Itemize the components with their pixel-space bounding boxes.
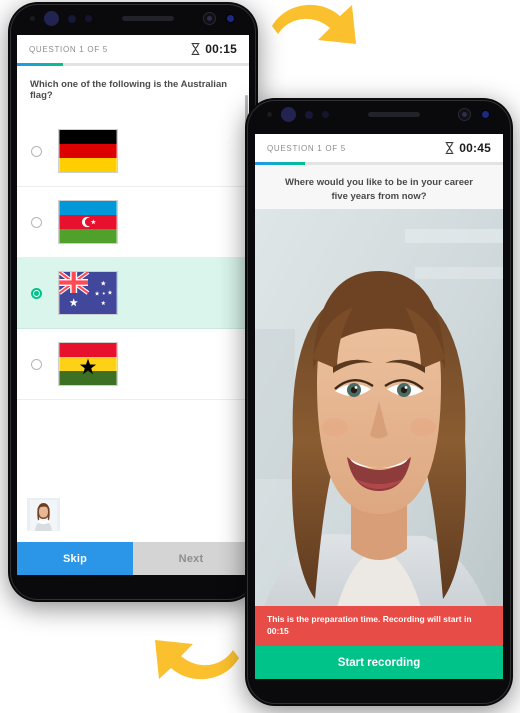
option-ghana[interactable] bbox=[17, 329, 249, 400]
led-indicator-icon bbox=[225, 13, 236, 24]
germany-flag-icon bbox=[58, 129, 118, 173]
video-app-screen: QUESTION 1 OF 5 00:45 Where would you li… bbox=[255, 134, 503, 679]
hourglass-icon-2 bbox=[445, 142, 454, 154]
proximity-sensor-icon bbox=[30, 16, 35, 21]
question-counter: QUESTION 1 OF 5 bbox=[29, 44, 108, 54]
curved-arrow-left-icon bbox=[155, 640, 239, 680]
skip-button[interactable]: Skip bbox=[17, 542, 133, 575]
front-camera-icon bbox=[44, 11, 59, 26]
light-sensor-icon bbox=[85, 15, 92, 22]
phone-device-video: QUESTION 1 OF 5 00:45 Where would you li… bbox=[245, 98, 513, 706]
light-sensor-icon-2 bbox=[322, 111, 329, 118]
radio-australia[interactable] bbox=[31, 287, 42, 299]
azerbaijan-flag-icon bbox=[58, 200, 118, 244]
secondary-camera-icon bbox=[203, 12, 216, 25]
hourglass-icon bbox=[191, 43, 200, 55]
quiz-app-screen: QUESTION 1 OF 5 00:15 Which one of the f… bbox=[17, 35, 249, 575]
radio-ghana[interactable] bbox=[31, 358, 42, 370]
question-text: Which one of the following is the Austra… bbox=[17, 66, 249, 116]
curved-arrow-down-right-icon bbox=[272, 4, 356, 44]
timer-value: 00:15 bbox=[205, 42, 237, 56]
timer: 00:15 bbox=[191, 42, 237, 56]
answer-options-list bbox=[17, 116, 249, 400]
iris-sensor-icon-2 bbox=[305, 110, 313, 119]
option-germany[interactable] bbox=[17, 116, 249, 187]
question-counter-2: QUESTION 1 OF 5 bbox=[267, 143, 346, 153]
phone-sensor-array bbox=[8, 2, 258, 35]
secondary-camera-icon-2 bbox=[458, 108, 471, 121]
phone-device-quiz: QUESTION 1 OF 5 00:15 Which one of the f… bbox=[8, 2, 258, 602]
quiz-action-bar: Skip Next bbox=[17, 542, 249, 575]
radio-azerbaijan[interactable] bbox=[31, 216, 42, 228]
option-azerbaijan[interactable] bbox=[17, 187, 249, 258]
led-indicator-icon-2 bbox=[480, 109, 491, 120]
timer-value-2: 00:45 bbox=[459, 141, 491, 155]
phone-sensor-array-2 bbox=[245, 98, 513, 131]
next-button[interactable]: Next bbox=[133, 542, 249, 575]
ghana-flag-icon bbox=[58, 342, 118, 386]
quiz-header: QUESTION 1 OF 5 00:15 bbox=[17, 35, 249, 63]
video-header: QUESTION 1 OF 5 00:45 bbox=[255, 134, 503, 162]
preparation-warning-banner: This is the preparation time. Recording … bbox=[255, 605, 503, 646]
proximity-sensor-icon-2 bbox=[267, 112, 272, 117]
start-recording-button[interactable]: Start recording bbox=[255, 646, 503, 679]
timer-2: 00:45 bbox=[445, 141, 491, 155]
radio-germany[interactable] bbox=[31, 145, 42, 157]
earpiece-speaker-icon bbox=[121, 16, 174, 21]
front-camera-icon-2 bbox=[281, 107, 296, 122]
screenshot-stage: QUESTION 1 OF 5 00:15 Which one of the f… bbox=[0, 0, 520, 713]
iris-sensor-icon bbox=[68, 14, 76, 23]
earpiece-speaker-icon-2 bbox=[367, 112, 420, 117]
option-australia[interactable] bbox=[17, 258, 249, 329]
australia-flag-icon bbox=[58, 271, 118, 315]
self-view-thumbnail[interactable] bbox=[27, 498, 60, 531]
